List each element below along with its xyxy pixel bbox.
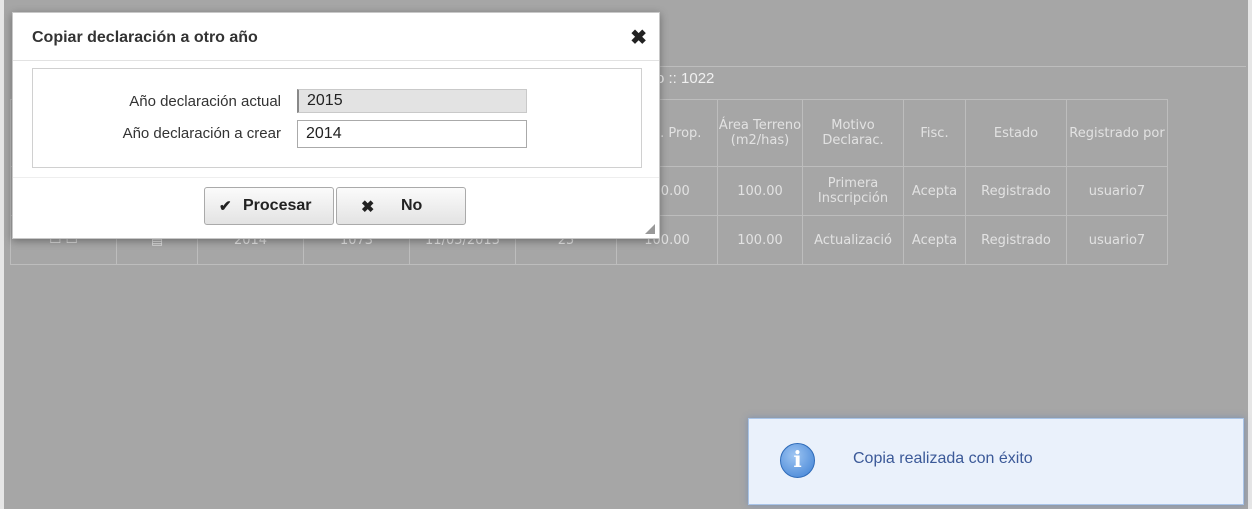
info-icon: i [780,443,815,478]
cell-registrado: usuario7 [1066,166,1168,216]
success-toast[interactable]: i Copia realizada con éxito [748,418,1244,505]
col-motivo: Motivo Declarac. [802,99,904,167]
current-year-field: 2015 [297,89,527,113]
current-year-label: Año declaración actual [129,93,281,110]
cell-estado: Registrado [965,215,1067,265]
process-button[interactable]: ✔ Procesar [204,187,334,225]
dialog-header[interactable]: Copiar declaración a otro año ✖ [13,13,659,59]
cell-motivo: Primera Inscripción [802,166,904,216]
cell-estado: Registrado [965,166,1067,216]
no-button-label: No [401,197,423,214]
cell-fisc: Acepta [903,166,966,216]
cell-motivo: Actualizació [802,215,904,265]
no-button[interactable]: ✖ No [336,187,466,225]
close-icon[interactable]: ✖ [630,25,647,50]
process-button-label: Procesar [243,197,312,214]
cell-registrado: usuario7 [1066,215,1168,265]
toast-message: Copia realizada con éxito [853,450,1033,467]
col-fisc: Fisc. [903,99,966,167]
resize-handle[interactable] [645,224,655,234]
divider [13,177,659,178]
cell-area: 100.00 [717,215,803,265]
checkmark-icon: ✔ [219,198,232,215]
background-title: o :: 1022 [656,70,715,87]
close-x-icon: ✖ [361,199,375,216]
col-registrado: Registrado por [1066,99,1168,167]
new-year-label: Año declaración a crear [122,125,281,142]
cell-fisc: Acepta [903,215,966,265]
copy-declaration-dialog: Copiar declaración a otro año ✖ Año decl… [12,12,660,239]
cell-area: 100.00 [717,166,803,216]
col-estado: Estado [965,99,1067,167]
dialog-title: Copiar declaración a otro año [32,29,258,46]
divider [13,60,659,61]
form-fieldset: Año declaración actual 2015 Año declarac… [32,68,642,168]
new-year-input[interactable] [297,120,527,148]
col-area: Área Terreno (m2/has) [717,99,803,167]
header-divider [632,66,1246,67]
